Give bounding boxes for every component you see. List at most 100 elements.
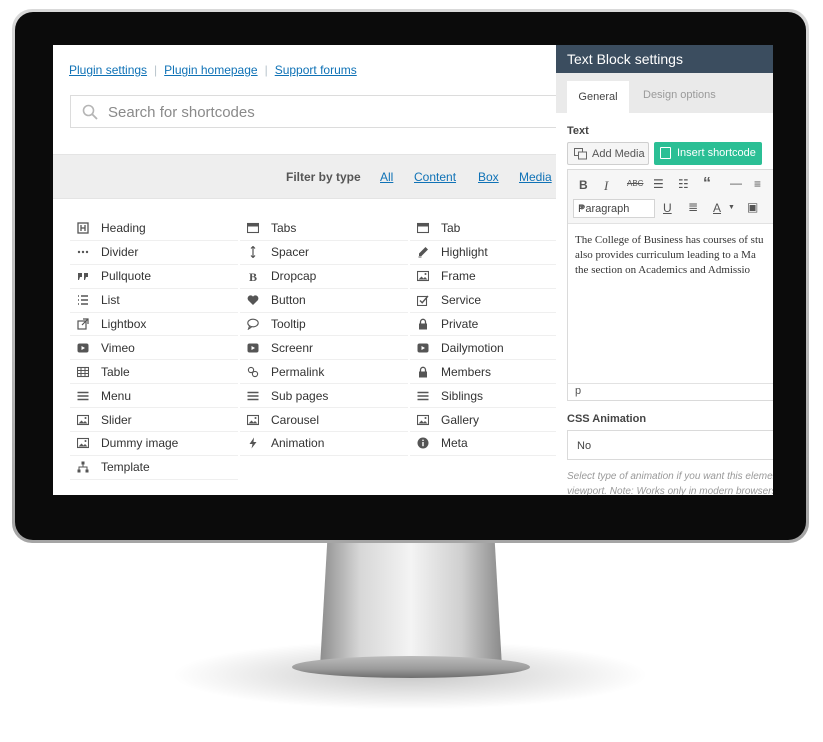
insert-shortcode-button[interactable]: Insert shortcode bbox=[654, 142, 762, 165]
chevron-down-icon: ▼ bbox=[578, 203, 586, 212]
shortcode-item[interactable]: Dailymotion bbox=[410, 336, 578, 361]
shortcode-item[interactable]: Dummy image bbox=[70, 432, 238, 456]
shortcode-item[interactable]: Slider bbox=[70, 408, 238, 433]
shortcode-item[interactable]: Members bbox=[410, 360, 578, 385]
shortcode-item[interactable]: Pullquote bbox=[70, 265, 238, 289]
align-left-icon[interactable]: ≡ bbox=[754, 177, 761, 191]
text-editor[interactable]: B I ABC ☰ ☷ “ — ≡ Paragraph ▼ U ≣ A ▼ ▣ … bbox=[567, 169, 773, 401]
strikethrough-icon[interactable]: ABC bbox=[627, 179, 643, 188]
shortcode-label: Tabs bbox=[271, 221, 297, 236]
check-icon bbox=[416, 293, 430, 307]
add-media-button[interactable]: Add Media bbox=[567, 142, 649, 165]
shortcode-item[interactable]: List bbox=[70, 289, 238, 313]
table-icon bbox=[76, 365, 90, 379]
pencil-icon bbox=[416, 245, 430, 259]
image-icon bbox=[76, 413, 90, 427]
search-input[interactable]: Search for shortcodes bbox=[70, 95, 570, 128]
tab-general[interactable]: General bbox=[567, 81, 629, 113]
shortcode-item[interactable]: Siblings bbox=[410, 384, 578, 409]
chevron-down-icon[interactable]: ▼ bbox=[728, 204, 735, 211]
numbered-list-icon[interactable]: ☷ bbox=[678, 177, 689, 191]
justify-icon[interactable]: ≣ bbox=[688, 200, 698, 214]
blockquote-icon[interactable]: “ bbox=[703, 175, 711, 193]
css-animation-value: No bbox=[577, 440, 592, 452]
filter-content[interactable]: Content bbox=[414, 170, 456, 184]
text-label: Text bbox=[567, 125, 589, 137]
menu-icon bbox=[246, 389, 260, 403]
shortcode-label: Pullquote bbox=[101, 269, 152, 284]
italic-icon[interactable]: I bbox=[604, 178, 608, 194]
quote-icon bbox=[76, 269, 90, 283]
shortcode-label: Button bbox=[271, 293, 306, 308]
search-icon bbox=[82, 104, 98, 120]
shortcode-label: Slider bbox=[101, 412, 132, 427]
horizontal-line-icon[interactable]: — bbox=[730, 176, 742, 190]
shortcode-item[interactable]: Service bbox=[410, 289, 578, 313]
bullet-list-icon[interactable]: ☰ bbox=[653, 177, 664, 191]
shortcode-item[interactable]: Spacer bbox=[240, 241, 408, 265]
shortcode-item[interactable]: Table bbox=[70, 360, 238, 385]
bold-icon: B bbox=[246, 269, 260, 283]
plugin-settings-link[interactable]: Plugin settings bbox=[69, 63, 147, 77]
external-link-icon bbox=[76, 317, 90, 331]
shortcode-label: Carousel bbox=[271, 412, 320, 427]
shortcode-item[interactable]: Meta bbox=[410, 432, 578, 456]
add-media-label: Add Media bbox=[592, 148, 645, 160]
shortcode-item[interactable]: Divider bbox=[70, 241, 238, 265]
bolt-icon bbox=[246, 436, 260, 450]
shortcode-item[interactable]: Sub pages bbox=[240, 384, 408, 409]
shortcode-item[interactable]: Template bbox=[70, 456, 238, 480]
underline-icon[interactable]: U bbox=[663, 201, 672, 215]
editor-content[interactable]: The College of Business has courses of s… bbox=[575, 233, 773, 278]
shortcode-item[interactable]: Menu bbox=[70, 384, 238, 409]
shortcode-item[interactable]: Tooltip bbox=[240, 313, 408, 337]
shortcode-item[interactable]: Heading bbox=[70, 217, 238, 241]
shortcode-item[interactable]: Tab bbox=[410, 217, 578, 241]
filter-box[interactable]: Box bbox=[478, 170, 499, 184]
shortcode-item[interactable]: Gallery bbox=[410, 408, 578, 433]
shortcode-label: Spacer bbox=[271, 245, 310, 260]
menu-icon bbox=[76, 389, 90, 403]
filter-media[interactable]: Media bbox=[519, 170, 552, 184]
filter-bar: Filter by type All Content Box Media bbox=[53, 154, 563, 199]
shortcode-label: Vimeo bbox=[101, 340, 135, 355]
filter-label: Filter by type bbox=[286, 170, 361, 184]
filter-all[interactable]: All bbox=[380, 170, 393, 184]
menu-icon bbox=[416, 389, 430, 403]
shortcode-item[interactable]: Permalink bbox=[240, 360, 408, 385]
shortcode-item[interactable]: B Dropcap bbox=[240, 265, 408, 289]
format-select[interactable]: Paragraph ▼ bbox=[573, 199, 655, 218]
content-line: also provides curriculum leading to a Ma bbox=[575, 249, 756, 261]
help-line: Select type of animation if you want thi… bbox=[567, 471, 773, 482]
shortcode-item[interactable]: Tabs bbox=[240, 217, 408, 241]
text-color-icon[interactable]: A bbox=[713, 201, 721, 215]
shortcode-item[interactable]: Lightbox bbox=[70, 313, 238, 337]
sitemap-icon bbox=[76, 460, 90, 474]
shortcode-item[interactable]: Animation bbox=[240, 432, 408, 456]
shortcode-label: Table bbox=[101, 364, 130, 379]
shortcode-item[interactable]: Private bbox=[410, 313, 578, 337]
shortcode-label: Dailymotion bbox=[441, 340, 504, 355]
bold-icon[interactable]: B bbox=[579, 178, 588, 192]
content-line: The College of Business has courses of s… bbox=[575, 234, 764, 246]
tab-design-options[interactable]: Design options bbox=[643, 89, 716, 101]
css-animation-select[interactable]: No bbox=[567, 430, 773, 460]
paste-icon[interactable]: ▣ bbox=[747, 200, 758, 214]
plugin-links: Plugin settings | Plugin homepage | Support … bbox=[69, 63, 357, 77]
heart-icon bbox=[246, 293, 260, 307]
shortcode-column: Tab Highlight Frame Service Private Dailymoti… bbox=[410, 217, 578, 456]
shortcode-item[interactable]: Vimeo bbox=[70, 336, 238, 361]
shortcode-item[interactable]: Button bbox=[240, 289, 408, 313]
shortcode-item[interactable]: Carousel bbox=[240, 408, 408, 433]
heading-icon bbox=[76, 221, 90, 235]
support-forums-link[interactable]: Support forums bbox=[275, 63, 357, 77]
shortcode-item[interactable]: Screenr bbox=[240, 336, 408, 361]
screen: Plugin settings | Plugin homepage | Support … bbox=[53, 45, 773, 495]
shortcode-label: Animation bbox=[271, 436, 325, 451]
shortcode-label: Template bbox=[101, 460, 150, 475]
comment-icon bbox=[246, 317, 260, 331]
shortcode-label: Lightbox bbox=[101, 317, 147, 331]
plugin-homepage-link[interactable]: Plugin homepage bbox=[164, 63, 257, 77]
shortcode-item[interactable]: Frame bbox=[410, 265, 578, 289]
shortcode-item[interactable]: Highlight bbox=[410, 241, 578, 265]
